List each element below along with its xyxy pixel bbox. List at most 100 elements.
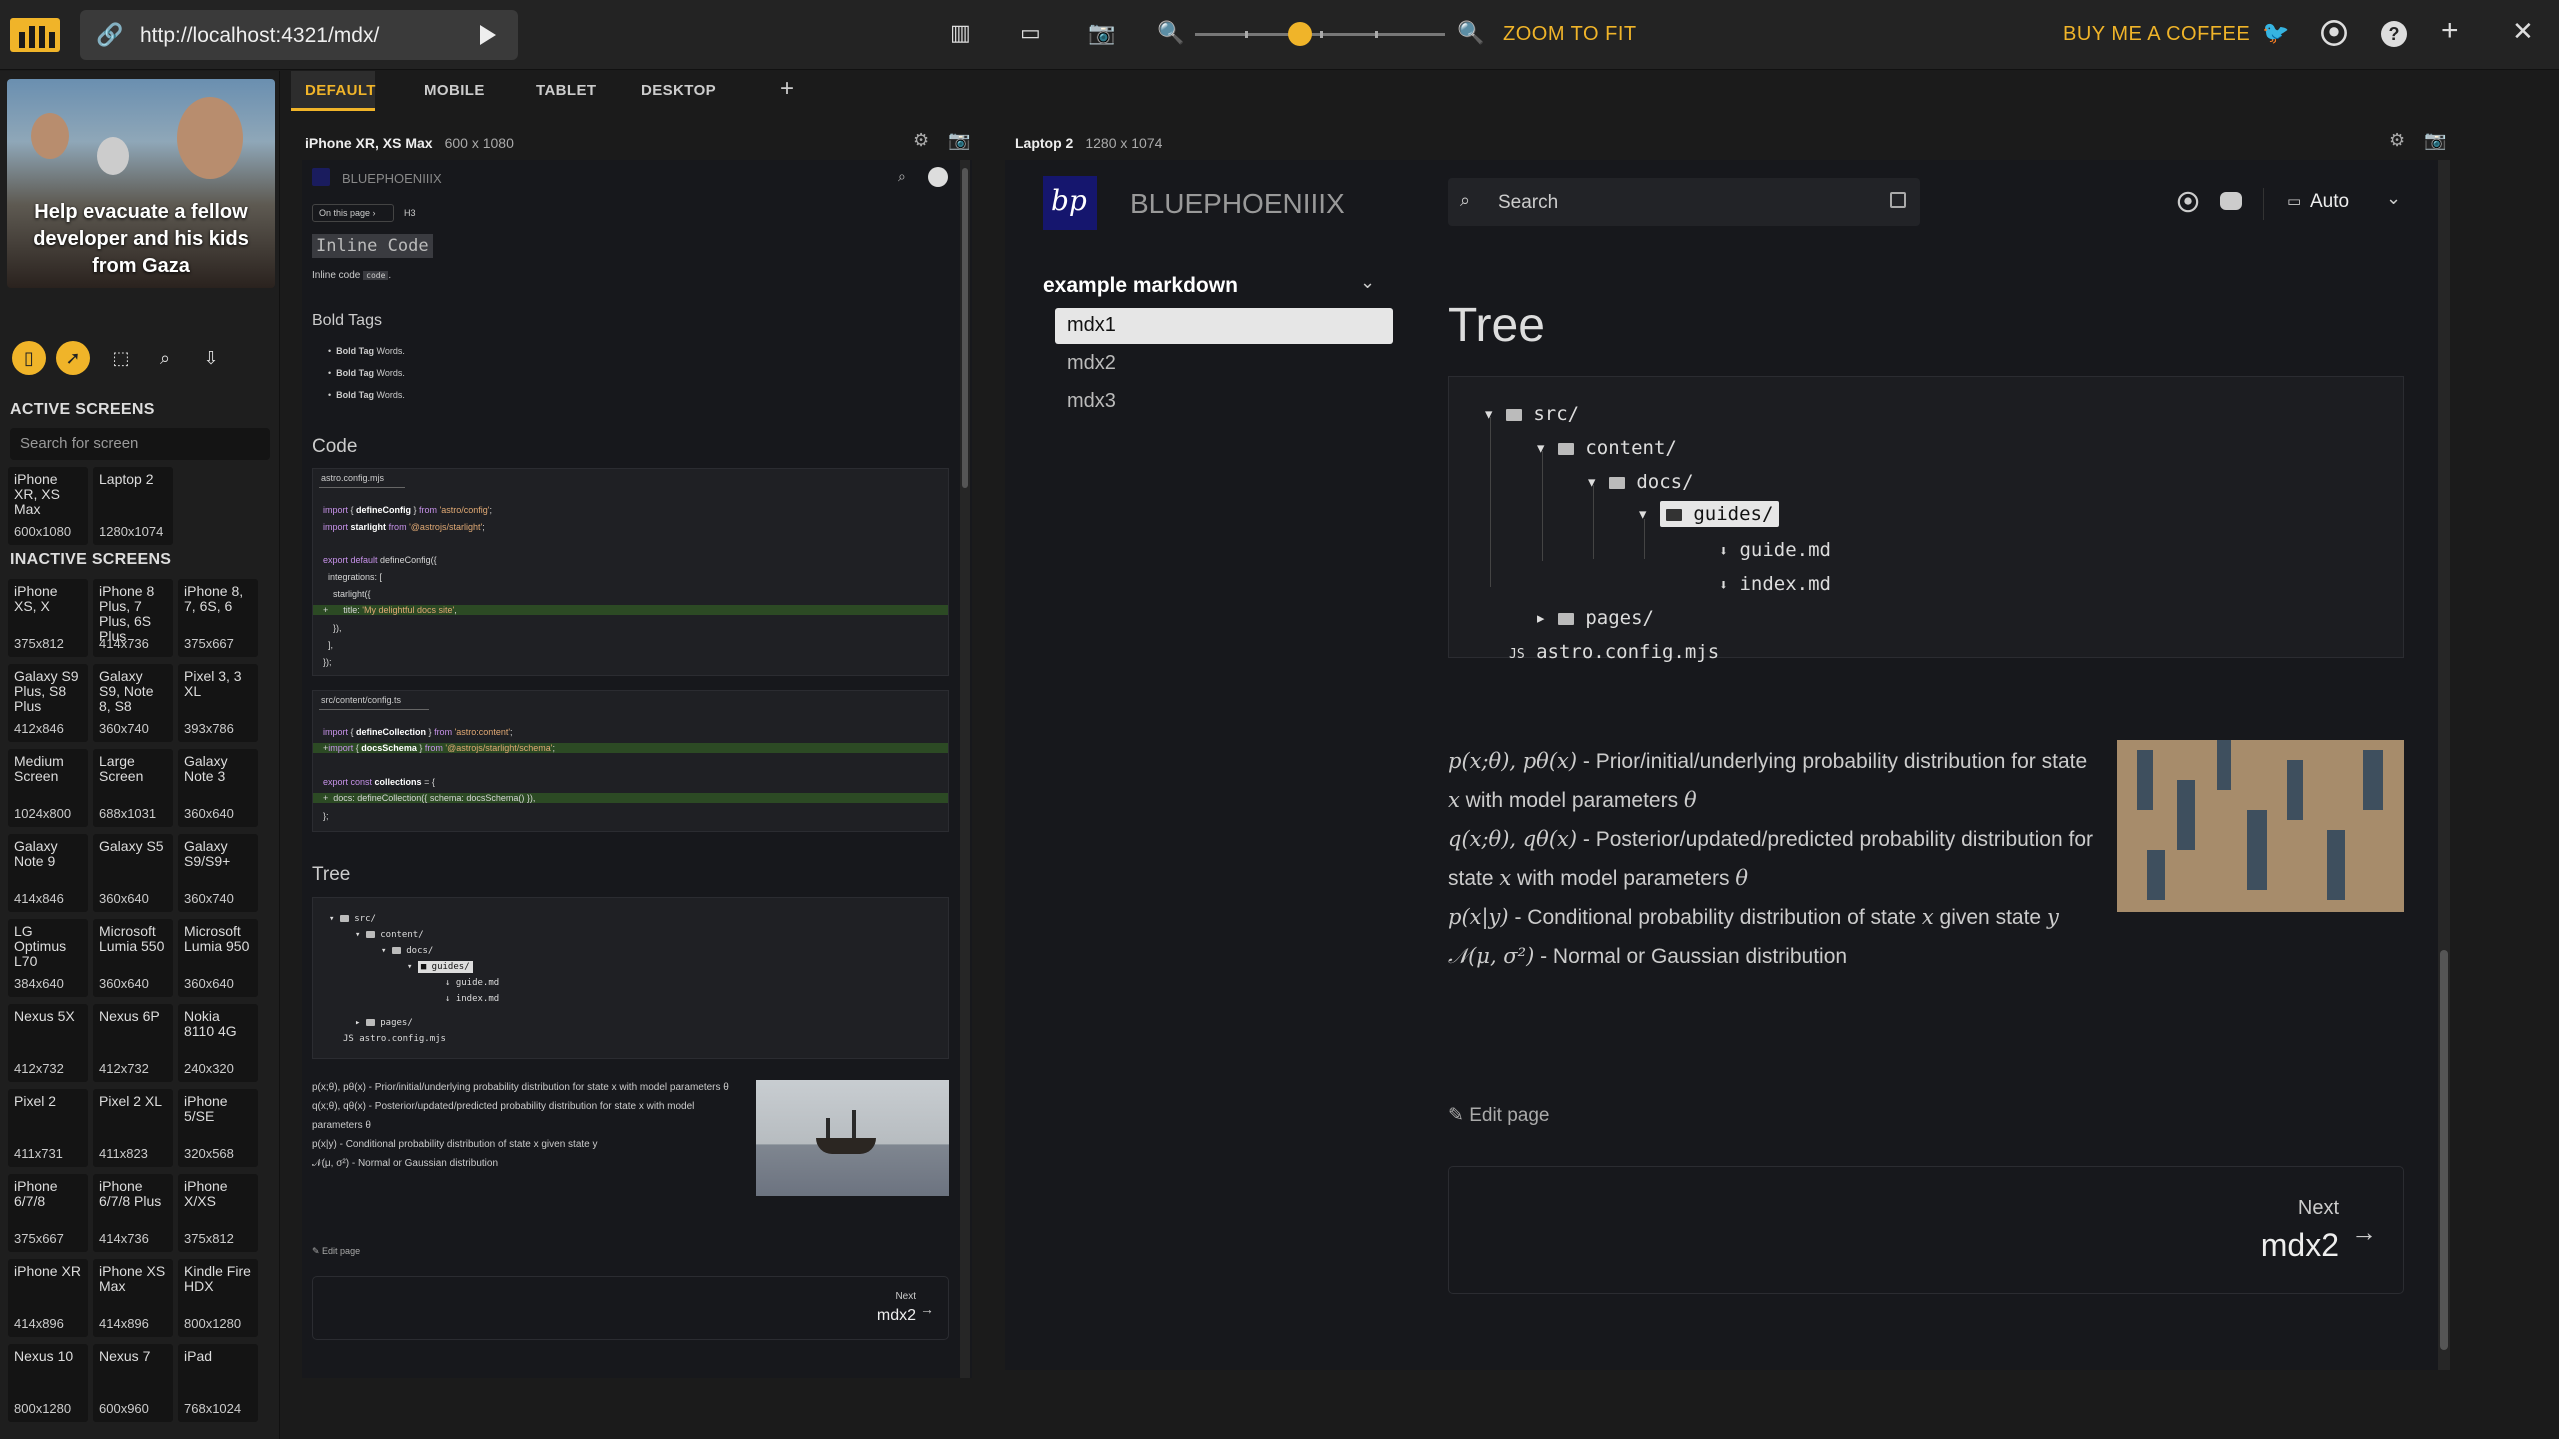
screen-card[interactable]: Microsoft Lumia 550 360x640	[93, 919, 173, 997]
sync-pointer-icon[interactable]: ➚	[56, 341, 90, 375]
tree-folder-guides[interactable]: guides/	[1693, 503, 1773, 525]
tree-file-index[interactable]: index.md	[1739, 573, 1831, 595]
zoom-out-icon[interactable]: 🔍	[1157, 20, 1184, 46]
nav-group-title[interactable]: example markdown	[1043, 274, 1238, 298]
tab-mobile[interactable]: MOBILE	[424, 71, 485, 111]
url-input[interactable]: http://localhost:4321/mdx/	[140, 24, 379, 48]
screen-card[interactable]: Pixel 2 411x731	[8, 1089, 88, 1167]
zoom-slider[interactable]	[1195, 22, 1445, 46]
gear-icon[interactable]: ⚙	[913, 130, 929, 151]
chevron-down-icon[interactable]: ⌄	[1360, 272, 1375, 293]
tree-folder-content[interactable]: content/	[1585, 437, 1677, 459]
mouse-icon[interactable]: ▯	[12, 341, 46, 375]
play-icon[interactable]	[480, 25, 496, 45]
screen-card[interactable]: iPhone XR, XS Max 600x1080	[8, 467, 88, 545]
inspect-icon[interactable]: ⬚	[104, 341, 138, 375]
screen-card[interactable]: Nexus 6P 412x732	[93, 1004, 173, 1082]
screen-card[interactable]: iPhone XS Max 414x896	[93, 1259, 173, 1337]
next-page-card[interactable]: Next mdx2 →	[1448, 1166, 2404, 1294]
tree-folder-docs[interactable]: docs/	[1636, 471, 1693, 493]
screen-name: Nexus 6P	[99, 1008, 160, 1024]
tab-tablet[interactable]: TABLET	[536, 71, 596, 111]
tab-desktop[interactable]: DESKTOP	[641, 71, 716, 111]
screen-card[interactable]: iPad 768x1024	[178, 1344, 258, 1422]
rotate-icon[interactable]: ▭	[1020, 20, 1041, 46]
download-icon[interactable]: ⇩	[194, 341, 228, 375]
close-icon[interactable]: ✕	[2512, 16, 2534, 47]
screen-card[interactable]: Galaxy S9 Plus, S8 Plus 412x846	[8, 664, 88, 742]
phone-preview[interactable]: BLUEPHOENIIIX ⌕ On this page › H3 Inline…	[302, 160, 972, 1378]
screen-card[interactable]: iPhone X/XS 375x812	[178, 1174, 258, 1252]
zoom-slider-knob[interactable]	[1288, 22, 1312, 46]
phone-scrollbar[interactable]	[960, 160, 970, 1378]
screen-card[interactable]: iPhone XS, X 375x812	[8, 579, 88, 657]
screen-card[interactable]: iPhone 6/7/8 Plus 414x736	[93, 1174, 173, 1252]
screen-card[interactable]: Nokia 8110 4G 240x320	[178, 1004, 258, 1082]
sidebar-item-mdx2[interactable]: mdx2	[1067, 352, 1116, 375]
site-title[interactable]: BLUEPHOENIIIX	[1130, 188, 1345, 220]
gear-icon[interactable]: ⚙	[2389, 130, 2405, 151]
buy-coffee-link[interactable]: BUY ME A COFFEE	[2063, 23, 2250, 46]
url-bar[interactable]: 🔗 http://localhost:4321/mdx/	[80, 10, 518, 60]
screen-card[interactable]: Pixel 2 XL 411x823	[93, 1089, 173, 1167]
zoom-to-fit-button[interactable]: ZOOM TO FIT	[1503, 23, 1637, 46]
tree-file-guide[interactable]: guide.md	[1739, 539, 1831, 561]
screen-card[interactable]: Kindle Fire HDX 800x1280	[178, 1259, 258, 1337]
screen-card[interactable]: Microsoft Lumia 950 360x640	[178, 919, 258, 997]
screen-card[interactable]: iPhone 8 Plus, 7 Plus, 6S Plus 414x736	[93, 579, 173, 657]
screen-card[interactable]: iPhone 5/SE 320x568	[178, 1089, 258, 1167]
screen-card[interactable]: Nexus 5X 412x732	[8, 1004, 88, 1082]
screenshot-icon[interactable]: 📷	[2424, 130, 2446, 151]
next-page-card[interactable]: Next mdx2 →	[312, 1276, 949, 1340]
theme-select[interactable]: Auto	[2310, 191, 2349, 213]
screen-card[interactable]: Nexus 10 800x1280	[8, 1344, 88, 1422]
help-icon[interactable]: ?	[2381, 21, 2407, 47]
screen-card[interactable]: Galaxy S9/S9+ 360x740	[178, 834, 258, 912]
screen-card[interactable]: Galaxy S5 360x640	[93, 834, 173, 912]
twitter-icon[interactable]: 🐦	[2262, 20, 2289, 46]
laptop-scrollbar[interactable]	[2438, 160, 2450, 1370]
site-logo[interactable]	[312, 168, 330, 186]
laptop-preview[interactable]: bp BLUEPHOENIIIX ⌕ Search ▭ Auto ⌄ examp…	[1005, 160, 2450, 1370]
tab-default[interactable]: DEFAULT	[291, 71, 375, 111]
gaza-banner[interactable]: Help evacuate a fellow developer and his…	[7, 79, 275, 288]
zoom-in-icon[interactable]: 🔍	[1457, 20, 1484, 46]
github-icon[interactable]	[2177, 191, 2199, 213]
github-icon[interactable]	[2320, 19, 2348, 47]
screen-card[interactable]: Large Screen 688x1031	[93, 749, 173, 827]
search-box[interactable]: ⌕ Search	[1448, 178, 1920, 226]
edit-page-link[interactable]: ✎ Edit page	[1448, 1104, 1550, 1127]
app-logo[interactable]	[10, 18, 60, 52]
screen-card[interactable]: Galaxy S9, Note 8, S8 360x740	[93, 664, 173, 742]
on-this-page-toggle[interactable]: On this page ›	[312, 204, 394, 222]
screen-card[interactable]: Pixel 3, 3 XL 393x786	[178, 664, 258, 742]
chevron-down-icon[interactable]: ⌄	[2386, 188, 2401, 209]
edit-page-link[interactable]: ✎ Edit page	[312, 1246, 360, 1257]
site-title[interactable]: BLUEPHOENIIIX	[342, 171, 442, 186]
screen-search-input[interactable]: Search for screen	[10, 428, 270, 460]
search-icon[interactable]: ⌕	[898, 168, 906, 185]
add-icon[interactable]: +	[2441, 14, 2459, 48]
screen-card[interactable]: iPhone 8, 7, 6S, 6 375x667	[178, 579, 258, 657]
screen-card[interactable]: Medium Screen 1024x800	[8, 749, 88, 827]
add-tab-button[interactable]: +	[780, 71, 794, 111]
search-icon[interactable]: ⌕	[148, 341, 182, 375]
screen-card[interactable]: LG Optimus L70 384x640	[8, 919, 88, 997]
tree-file-astro-config[interactable]: astro.config.mjs	[1536, 641, 1719, 663]
screen-card[interactable]: Laptop 2 1280x1074	[93, 467, 173, 545]
tree-folder-pages[interactable]: pages/	[1585, 607, 1654, 629]
screen-card[interactable]: Nexus 7 600x960	[93, 1344, 173, 1422]
columns-icon[interactable]: ▥	[950, 20, 971, 46]
screen-card[interactable]: Galaxy Note 9 414x846	[8, 834, 88, 912]
sidebar-item-mdx3[interactable]: mdx3	[1067, 390, 1116, 413]
tree-folder-src[interactable]: src/	[1533, 403, 1579, 425]
screen-card[interactable]: iPhone 6/7/8 375x667	[8, 1174, 88, 1252]
screen-card[interactable]: Galaxy Note 3 360x640	[178, 749, 258, 827]
camera-icon[interactable]: 📷	[1088, 20, 1115, 46]
site-logo[interactable]: bp	[1043, 176, 1097, 230]
discord-icon[interactable]	[2220, 192, 2242, 210]
screenshot-icon[interactable]: 📷	[948, 130, 970, 151]
screen-card[interactable]: iPhone XR 414x896	[8, 1259, 88, 1337]
menu-icon[interactable]	[928, 167, 948, 187]
sidebar-item-mdx1[interactable]: mdx1	[1067, 314, 1116, 337]
